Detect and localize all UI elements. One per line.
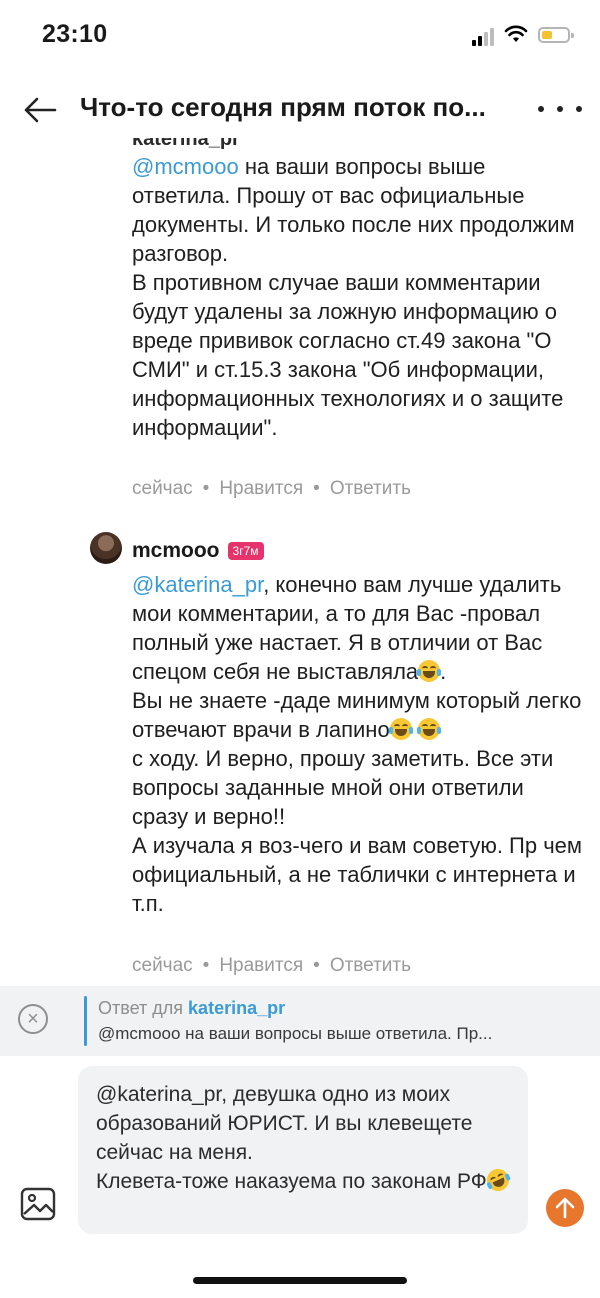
comment-author-row: mcmooo 3г7м — [132, 538, 264, 564]
more-options-button[interactable] — [538, 94, 582, 124]
cancel-reply-button[interactable]: × — [18, 1004, 48, 1034]
comment-input[interactable]: @katerina_pr, девушка одно из моих образ… — [78, 1066, 528, 1234]
image-icon — [20, 1187, 56, 1221]
reply-context-bar: × Ответ для katerina_pr @mcmooo на ваши … — [0, 986, 600, 1056]
cellular-signal-icon — [472, 28, 498, 46]
mention-link[interactable]: @mcmooo — [132, 154, 239, 179]
home-indicator[interactable] — [193, 1277, 407, 1284]
post-header: Что-то сегодня прям поток по... — [0, 80, 600, 138]
mention-link[interactable]: @katerina_pr — [132, 572, 263, 597]
reply-title: Ответ для katerina_pr — [98, 998, 286, 1018]
rolling-laugh-emoji — [483, 1165, 513, 1195]
author-badge: 3г7м — [227, 542, 264, 560]
tears-of-joy-emoji — [388, 718, 413, 740]
like-button[interactable]: Нравится — [219, 478, 303, 499]
comment-author[interactable]: mcmooo — [132, 539, 220, 563]
like-button[interactable]: Нравится — [219, 955, 303, 976]
comment-actions: сейчас • Нравится • Ответить — [132, 478, 412, 499]
wifi-icon — [504, 25, 528, 42]
arrow-up-icon — [555, 1197, 575, 1219]
arrow-left-icon — [24, 97, 57, 123]
more-dots-icon — [538, 106, 544, 112]
comment-text: @katerina_pr, конечно вам лучше удалить … — [132, 572, 583, 916]
comment-time: сейчас — [132, 955, 193, 976]
battery-icon — [538, 27, 574, 43]
comment-author-clipped: katerina_pr — [132, 138, 240, 150]
tears-of-joy-emoji — [417, 660, 442, 682]
comment-input-text[interactable]: @katerina_pr, девушка одно из моих образ… — [96, 1080, 513, 1196]
reply-preview: @mcmooo на ваши вопросы выше ответила. П… — [98, 1024, 493, 1043]
send-button[interactable] — [546, 1189, 584, 1227]
attach-image-button[interactable] — [20, 1186, 56, 1222]
status-bar: 23:10 — [0, 0, 600, 80]
post-title: Что-то сегодня прям поток по... — [80, 92, 486, 122]
back-button[interactable] — [20, 90, 60, 130]
comments-list[interactable]: katerina_pr @mcmooo на ваши вопросы выше… — [0, 138, 600, 986]
reply-target-user: katerina_pr — [188, 998, 286, 1018]
avatar[interactable] — [90, 532, 122, 564]
status-time: 23:10 — [42, 20, 108, 48]
reply-indicator-line — [84, 996, 87, 1046]
comment-time: сейчас — [132, 478, 193, 499]
reply-button[interactable]: Ответить — [330, 478, 411, 499]
tears-of-joy-emoji — [416, 718, 441, 740]
comment-text: @mcmooo на ваши вопросы выше ответила. П… — [132, 154, 575, 440]
close-icon: × — [27, 1008, 39, 1030]
comment-actions: сейчас • Нравится • Ответить — [132, 955, 412, 976]
reply-button[interactable]: Ответить — [330, 955, 411, 976]
